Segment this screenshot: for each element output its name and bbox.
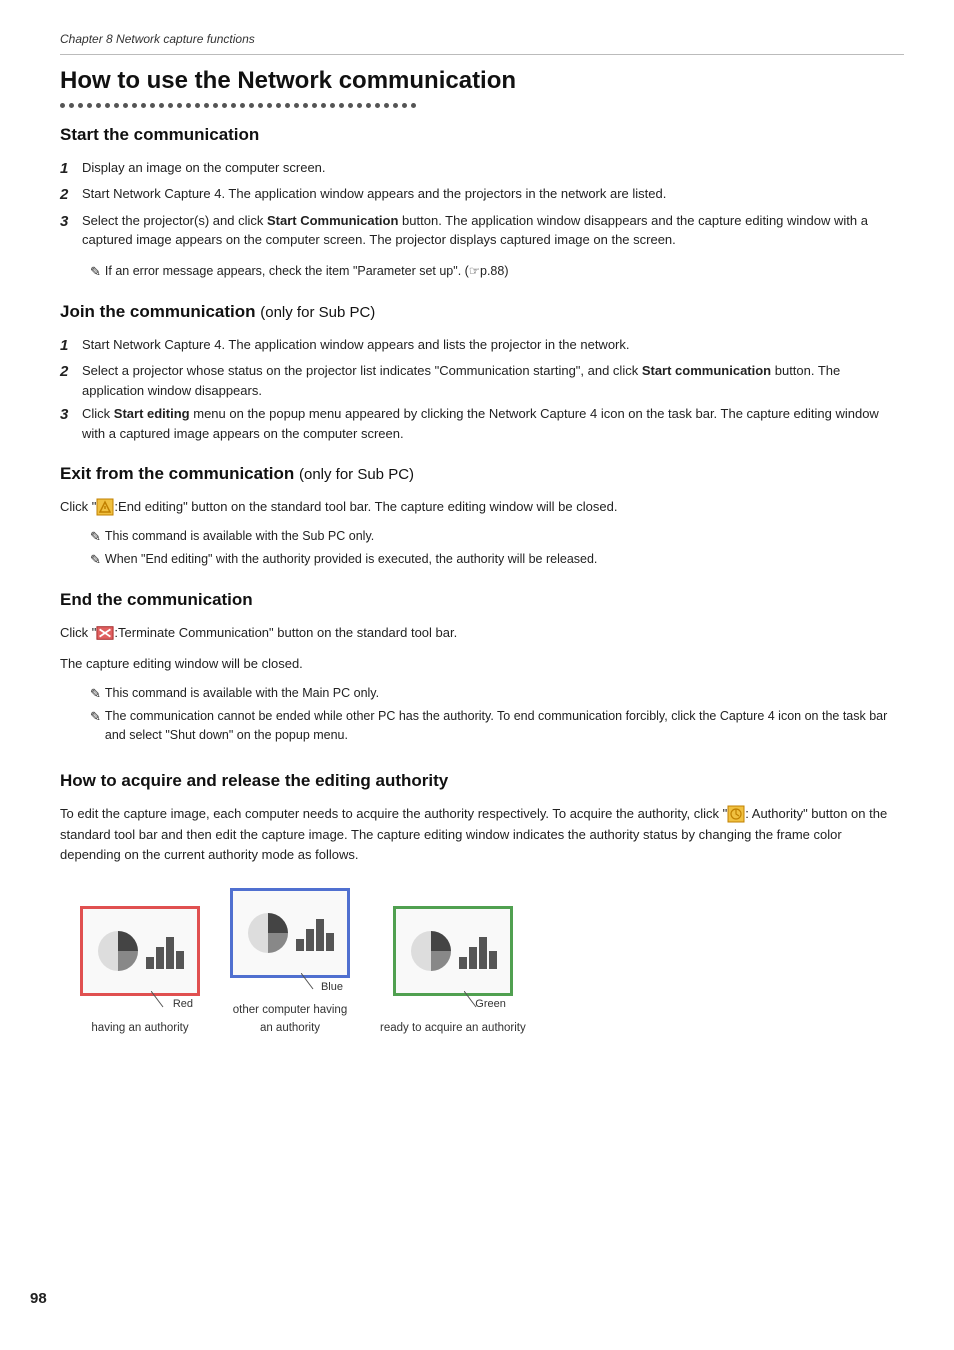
- chapter-header: Chapter 8 Network capture functions: [60, 30, 904, 55]
- diagram-red: Red having an authority: [80, 906, 200, 1037]
- exit-intro: Click ":End editing" button on the stand…: [60, 497, 904, 518]
- section-title-exit: Exit from the communication (only for Su…: [60, 461, 904, 487]
- bar: [166, 937, 174, 969]
- bar-chart-icon: [296, 915, 334, 951]
- step-2: 2 Select a projector whose status on the…: [60, 361, 904, 400]
- step-1: 1 Display an image on the computer scree…: [60, 158, 904, 181]
- section-end: End the communication Click ":Terminate …: [60, 587, 904, 744]
- note-exit-2: ✎ When "End editing" with the authority …: [90, 550, 904, 570]
- diagram-inner: [246, 911, 334, 955]
- page-number: 98: [30, 1288, 47, 1311]
- note-icon: ✎: [90, 550, 101, 570]
- diagram-label-red: having an authority: [91, 1020, 188, 1037]
- diagram-box-green: Green: [393, 906, 513, 996]
- step-text: Display an image on the computer screen.: [82, 158, 904, 178]
- step-1: 1 Start Network Capture 4. The applicati…: [60, 335, 904, 358]
- section-title-end: End the communication: [60, 587, 904, 613]
- section-title-authority: How to acquire and release the editing a…: [60, 768, 904, 794]
- step-3: 3 Select the projector(s) and click Star…: [60, 211, 904, 250]
- note-text: The communication cannot be ended while …: [105, 707, 904, 745]
- step-num: 3: [60, 404, 78, 427]
- arrow-label-red: Red: [173, 996, 193, 1013]
- section-title-start: Start the communication: [60, 122, 904, 148]
- step-text: Select the projector(s) and click Start …: [82, 211, 904, 250]
- bar: [296, 939, 304, 951]
- bar: [316, 919, 324, 951]
- diagram-green: Green ready to acquire an authority: [380, 906, 526, 1037]
- bar: [459, 957, 467, 969]
- note-text: This command is available with the Sub P…: [105, 527, 374, 546]
- step-num: 2: [60, 361, 78, 384]
- diagram-box-red: Red: [80, 906, 200, 996]
- note-end-1: ✎ This command is available with the Mai…: [90, 684, 904, 704]
- arrow-blue: [301, 973, 325, 991]
- step-text: Select a projector whose status on the p…: [82, 361, 904, 400]
- diagram-inner: [409, 929, 497, 973]
- diagram-blue: Blue other computer havingan authority: [230, 888, 350, 1037]
- bar: [326, 933, 334, 951]
- step-3: 3 Click Start editing menu on the popup …: [60, 404, 904, 443]
- bar: [306, 929, 314, 951]
- note-icon: ✎: [90, 527, 101, 547]
- diagram-box-blue: Blue: [230, 888, 350, 978]
- end-intro-2: The capture editing window will be close…: [60, 654, 904, 675]
- arrow-green: [464, 991, 488, 1009]
- bar: [156, 947, 164, 969]
- bar-chart-icon: [459, 933, 497, 969]
- authority-body: To edit the capture image, each computer…: [60, 804, 904, 866]
- step-num: 2: [60, 184, 78, 207]
- note-text: This command is available with the Main …: [105, 684, 379, 703]
- pie-chart-icon: [409, 929, 453, 973]
- decorative-dots: [60, 103, 904, 108]
- pie-chart-icon: [246, 911, 290, 955]
- bar: [469, 947, 477, 969]
- note-icon: ✎: [90, 684, 101, 704]
- page-title: How to use the Network communication: [60, 63, 904, 99]
- section-authority: How to acquire and release the editing a…: [60, 768, 904, 1036]
- subtitle-exit: (only for Sub PC): [299, 466, 414, 483]
- arrow-red: [151, 991, 175, 1009]
- step-num: 1: [60, 158, 78, 181]
- bar: [479, 937, 487, 969]
- bar: [176, 951, 184, 969]
- step-text: Start Network Capture 4. The application…: [82, 335, 904, 355]
- diagram-container: Red having an authority: [80, 888, 904, 1037]
- step-text: Click Start editing menu on the popup me…: [82, 404, 904, 443]
- note-text: If an error message appears, check the i…: [105, 262, 509, 281]
- step-list-join: 1 Start Network Capture 4. The applicati…: [60, 335, 904, 444]
- section-exit: Exit from the communication (only for Su…: [60, 461, 904, 569]
- note-end-2: ✎ The communication cannot be ended whil…: [90, 707, 904, 745]
- subtitle-join: (only for Sub PC): [260, 304, 375, 321]
- note-icon: ✎: [90, 262, 101, 282]
- section-title-join: Join the communication (only for Sub PC): [60, 299, 904, 325]
- diagram-inner: [96, 929, 184, 973]
- pie-chart-icon: [96, 929, 140, 973]
- diagram-label-green: ready to acquire an authority: [380, 1020, 526, 1037]
- bar: [489, 951, 497, 969]
- step-num: 3: [60, 211, 78, 234]
- diagram-label-blue: other computer havingan authority: [233, 1002, 347, 1037]
- step-text: Start Network Capture 4. The application…: [82, 184, 904, 204]
- end-intro-1: Click ":Terminate Communication" button …: [60, 623, 904, 644]
- step-list-start: 1 Display an image on the computer scree…: [60, 158, 904, 250]
- step-num: 1: [60, 335, 78, 358]
- note-1: ✎ If an error message appears, check the…: [90, 262, 904, 282]
- section-join: Join the communication (only for Sub PC)…: [60, 299, 904, 443]
- note-exit-1: ✎ This command is available with the Sub…: [90, 527, 904, 547]
- step-2: 2 Start Network Capture 4. The applicati…: [60, 184, 904, 207]
- note-icon: ✎: [90, 707, 101, 727]
- note-text: When "End editing" with the authority pr…: [105, 550, 598, 569]
- section-start: Start the communication 1 Display an ima…: [60, 122, 904, 281]
- bar: [146, 957, 154, 969]
- bar-chart-icon: [146, 933, 184, 969]
